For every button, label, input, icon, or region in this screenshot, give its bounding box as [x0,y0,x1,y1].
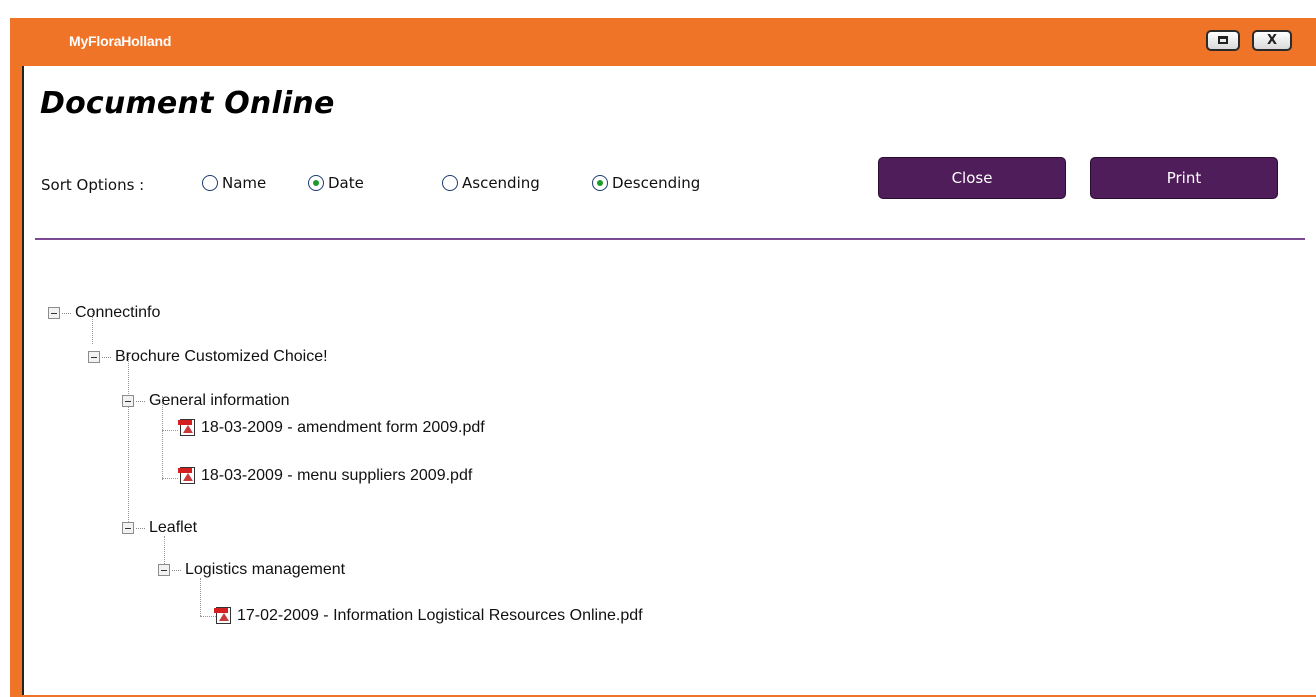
pdf-icon [178,418,196,437]
tree-file-amendment-form[interactable]: 18-03-2009 - amendment form 2009.pdf [178,418,485,437]
collapse-icon[interactable] [48,307,60,319]
sort-descending-radio[interactable]: Descending [592,174,700,192]
title-bar[interactable]: MyFloraHolland X [10,18,1316,66]
tree-node-label: 18-03-2009 - menu suppliers 2009.pdf [201,466,473,484]
radio-checked-icon[interactable] [308,175,324,191]
collapse-icon[interactable] [158,564,170,576]
tree-dots [136,400,145,402]
sort-by-name-radio[interactable]: Name [202,174,266,192]
collapse-icon[interactable] [88,351,100,363]
collapse-icon[interactable] [122,522,134,534]
radio-checked-icon[interactable] [592,175,608,191]
window-close-button[interactable]: X [1252,30,1292,51]
divider [35,238,1305,240]
tree-dots [136,527,145,529]
tree-dots [102,356,111,358]
sort-by-date-radio[interactable]: Date [308,174,364,192]
radio-label: Name [222,174,267,192]
tree-folder-connectinfo[interactable]: Connectinfo [48,304,160,322]
tree-node-label: Leaflet [149,519,198,536]
tree-node-label: Connectinfo [75,304,161,321]
print-button[interactable]: Print [1090,157,1278,199]
tree-file-logistical-resources[interactable]: 17-02-2009 - Information Logistical Reso… [214,606,643,625]
radio-unchecked-icon[interactable] [442,175,458,191]
restore-icon [1218,36,1228,44]
tree-node-label: 17-02-2009 - Information Logistical Reso… [237,606,643,624]
pdf-icon [178,466,196,485]
radio-label: Date [328,174,364,192]
tree-file-menu-suppliers[interactable]: 18-03-2009 - menu suppliers 2009.pdf [178,466,472,485]
tree-dots [172,569,181,571]
close-button[interactable]: Close [878,157,1066,199]
radio-label: Ascending [462,174,540,192]
tree-folder-logistics-management[interactable]: Logistics management [158,561,345,579]
sort-options-label: Sort Options : [41,176,145,194]
close-icon: X [1266,33,1278,48]
collapse-icon[interactable] [122,395,134,407]
radio-unchecked-icon[interactable] [202,175,218,191]
radio-label: Descending [612,174,701,192]
window-title: MyFloraHolland [69,33,172,49]
tree-folder-leaflet[interactable]: Leaflet [122,519,197,537]
tree-node-label: General information [149,392,290,409]
page-title: Document Online [40,86,335,121]
tree-dots [62,312,71,314]
sort-ascending-radio[interactable]: Ascending [442,174,540,192]
tree-node-label: Brochure Customized Choice! [115,348,328,365]
tree-connector [162,430,178,431]
tree-connector [128,352,129,528]
tree-node-label: 18-03-2009 - amendment form 2009.pdf [201,418,485,436]
tree-connector [200,578,201,616]
tree-folder-brochure[interactable]: Brochure Customized Choice! [88,348,328,366]
restore-button[interactable] [1206,30,1240,51]
tree-folder-general-information[interactable]: General information [122,392,290,410]
content-panel: Document Online Sort Options : Name Date… [22,66,1316,695]
app-window: MyFloraHolland X Document Online Sort Op… [10,18,1316,697]
tree-node-label: Logistics management [185,561,346,578]
pdf-icon [214,606,232,625]
tree-connector [162,478,178,479]
